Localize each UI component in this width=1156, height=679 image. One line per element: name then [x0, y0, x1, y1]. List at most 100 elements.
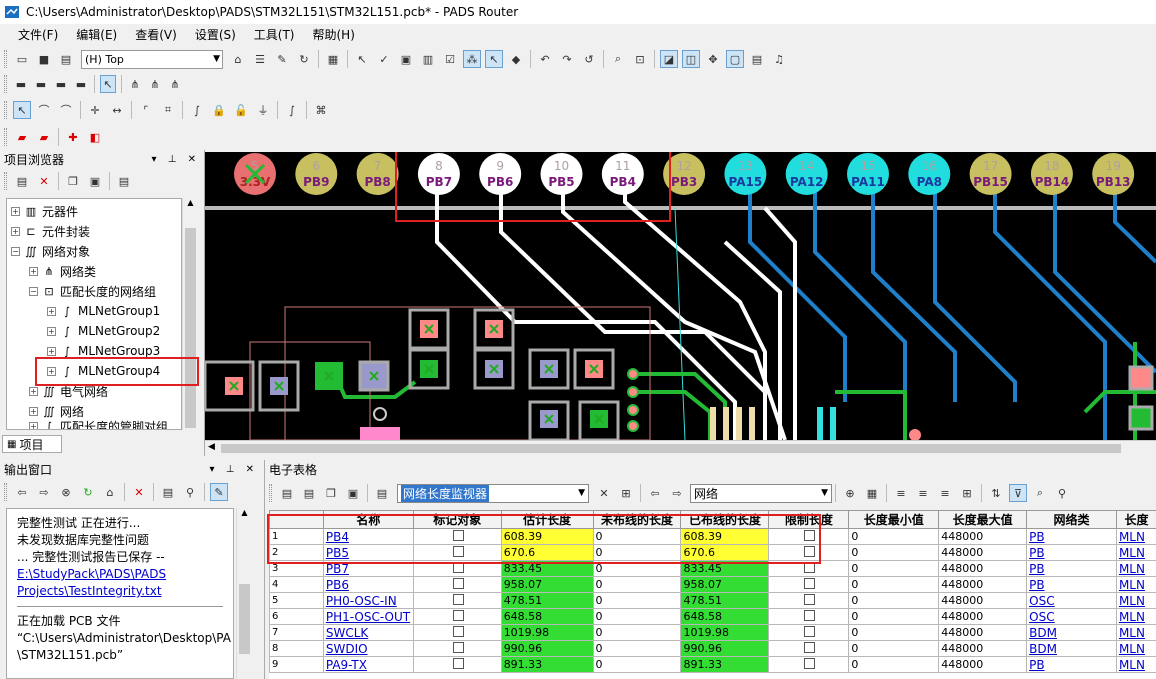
tree-item-mlnetgroup4[interactable]: + ∫ MLNetGroup4 — [47, 361, 160, 381]
back-icon[interactable]: ⇦ — [646, 484, 664, 502]
expand-icon[interactable]: + — [29, 266, 38, 276]
tree-item-mlnetgroup1[interactable]: + ∫ MLNetGroup1 — [47, 301, 160, 321]
tree-item-mlnetgroup3[interactable]: + ∫ MLNetGroup3 — [47, 341, 160, 361]
align-right-icon[interactable]: ≡ — [936, 484, 954, 502]
refresh-icon[interactable]: ↻ — [79, 483, 97, 501]
layer-select[interactable]: (H) Top ▼ — [81, 49, 223, 69]
mark-object-cell[interactable] — [412, 592, 502, 609]
close-view-icon[interactable]: ✕ — [595, 484, 613, 502]
restrict-length-cell[interactable] — [768, 608, 850, 625]
drc-report-icon[interactable]: ▰ — [35, 128, 53, 146]
length-group-link[interactable]: MLN — [1115, 640, 1156, 657]
filter-icon[interactable]: ⊽ — [1009, 484, 1027, 502]
back-icon[interactable]: ⇦ — [13, 483, 31, 501]
column-header[interactable]: 已布线的长度 — [680, 510, 770, 529]
net-name-link[interactable]: PH1-OSC-OUT — [322, 608, 414, 625]
refresh-icon[interactable]: ↻ — [295, 50, 313, 68]
net-name-link[interactable]: SWDIO — [322, 640, 414, 657]
pointer-icon[interactable]: ↖ — [99, 75, 117, 93]
net-class-link[interactable]: PB — [1026, 544, 1117, 561]
copy-icon[interactable]: ❐ — [64, 172, 82, 190]
restrict-length-cell[interactable] — [768, 576, 850, 593]
select-mode-icon[interactable]: ↖ — [485, 50, 503, 68]
mark-checkbox[interactable] — [452, 561, 464, 573]
restrict-checkbox[interactable] — [804, 657, 816, 669]
new-icon[interactable]: ▤ — [13, 172, 31, 190]
net-class-link[interactable]: PB — [1026, 560, 1117, 577]
restrict-length-cell[interactable] — [768, 640, 850, 657]
restrict-checkbox[interactable] — [804, 561, 816, 573]
move-icon[interactable]: ✥ — [704, 50, 722, 68]
pin-pa11[interactable]: 15 PA11 — [847, 153, 889, 195]
stop-icon[interactable]: ⊗ — [57, 483, 75, 501]
new-icon[interactable]: ▤ — [278, 484, 296, 502]
net-name-link[interactable]: PB4 — [322, 528, 414, 545]
mark-object-cell[interactable] — [412, 624, 502, 641]
tree-item-matched-length-groups[interactable]: − ⊡ 匹配长度的网络组 — [29, 281, 156, 301]
net-class-link[interactable]: PB — [1026, 528, 1117, 545]
length-group-link[interactable]: MLN — [1115, 576, 1156, 593]
undo-icon[interactable]: ↶ — [536, 50, 554, 68]
expand-icon[interactable]: + — [29, 406, 38, 416]
route-layer3-icon[interactable]: ▬ — [53, 75, 69, 93]
expand-icon[interactable]: + — [47, 366, 56, 376]
pin-pa15[interactable]: 13 PA15 — [724, 153, 767, 195]
pin-pa8[interactable]: 16PA8 — [908, 153, 951, 195]
via-icon[interactable]: ∫ — [188, 101, 206, 119]
redo-icon[interactable]: ↷ — [558, 50, 576, 68]
collapse-icon[interactable]: − — [11, 246, 20, 256]
edit-icon[interactable]: ✎ — [210, 483, 228, 501]
layer-settings-icon[interactable]: ⌂ — [229, 50, 247, 68]
column-header[interactable]: 长度 — [1115, 510, 1156, 529]
restrict-checkbox[interactable] — [804, 545, 816, 557]
pin-pb8[interactable]: 7PB8 — [356, 153, 399, 195]
mark-object-cell[interactable] — [412, 528, 502, 545]
route-layer1-icon[interactable]: ▬ — [13, 75, 29, 93]
panel-controls-icon[interactable]: ▾ ⊥ ✕ — [152, 154, 200, 165]
properties-icon[interactable]: ☰ — [251, 50, 269, 68]
table-row[interactable]: 8 SWDIO 990.96 0 990.96 0 448000 BDM MLN — [269, 640, 1156, 657]
pin-pb5[interactable]: 10PB5 — [540, 153, 583, 195]
mark-object-cell[interactable] — [412, 544, 502, 561]
clear-icon[interactable]: ✕ — [130, 483, 148, 501]
scroll-thumb[interactable] — [221, 444, 1121, 453]
column-header[interactable]: 长度最大值 — [938, 510, 1028, 529]
zoom-window-icon[interactable]: ⊡ — [631, 50, 649, 68]
restrict-checkbox[interactable] — [804, 593, 816, 605]
audio-icon[interactable]: ♫ — [770, 50, 788, 68]
check-icon[interactable]: ☑ — [441, 50, 459, 68]
mark-checkbox[interactable] — [452, 625, 464, 637]
properties-icon[interactable]: ▤ — [373, 484, 391, 502]
table-row[interactable]: 3 PB7 833.45 0 833.45 0 448000 PB MLN — [269, 560, 1156, 577]
canvas-scrollbar[interactable]: ◀ — [205, 440, 1156, 456]
pin-pa12[interactable]: 14 PA12 — [785, 153, 828, 195]
expand-icon[interactable]: + — [29, 421, 38, 429]
length-group-link[interactable]: MLN — [1115, 528, 1156, 545]
restrict-checkbox[interactable] — [804, 577, 816, 589]
length-group-link[interactable]: MLN — [1115, 544, 1156, 561]
properties-icon[interactable]: ▤ — [115, 172, 133, 190]
net-name-link[interactable]: PB5 — [322, 544, 414, 561]
table-row[interactable]: 7 SWCLK 1019.98 0 1019.98 0 448000 BDM MLN — [269, 624, 1156, 641]
column-header[interactable]: 标记对象 — [412, 510, 502, 529]
pin-pb6[interactable]: 9PB6 — [479, 153, 522, 195]
mark-checkbox[interactable] — [452, 657, 464, 669]
route-layer2-icon[interactable]: ▬ — [33, 75, 49, 93]
table-row[interactable]: 5 PH0-OSC-IN 478.51 0 478.51 0 448000 OSC MLN — [269, 592, 1156, 609]
tree-item-pin-pair-groups[interactable]: + ∫ 匹配长度的管脚对组 — [29, 419, 168, 429]
mark-checkbox[interactable] — [452, 577, 464, 589]
add-route-icon[interactable]: ⌒ — [35, 101, 53, 119]
column-header[interactable]: 未布线的长度 — [592, 510, 682, 529]
pin-pb14[interactable]: 18 PB14 — [1030, 153, 1073, 195]
save-icon[interactable]: ■ — [35, 50, 53, 68]
net-name-link[interactable]: PB7 — [322, 560, 414, 577]
net-name-link[interactable]: PB6 — [322, 576, 414, 593]
panel-controls-icon[interactable]: ▾ ⊥ ✕ — [210, 464, 258, 475]
tune-icon[interactable]: ∫ — [283, 101, 301, 119]
restrict-length-cell[interactable] — [768, 592, 850, 609]
print-icon[interactable]: ▤ — [57, 50, 75, 68]
columns-icon[interactable]: ⊞ — [958, 484, 976, 502]
copy-icon[interactable]: ❐ — [322, 484, 340, 502]
sort-icon[interactable]: ⇅ — [987, 484, 1005, 502]
table-row[interactable]: 6 PH1-OSC-OUT 648.58 0 648.58 0 448000 OSC MLN — [269, 608, 1156, 625]
